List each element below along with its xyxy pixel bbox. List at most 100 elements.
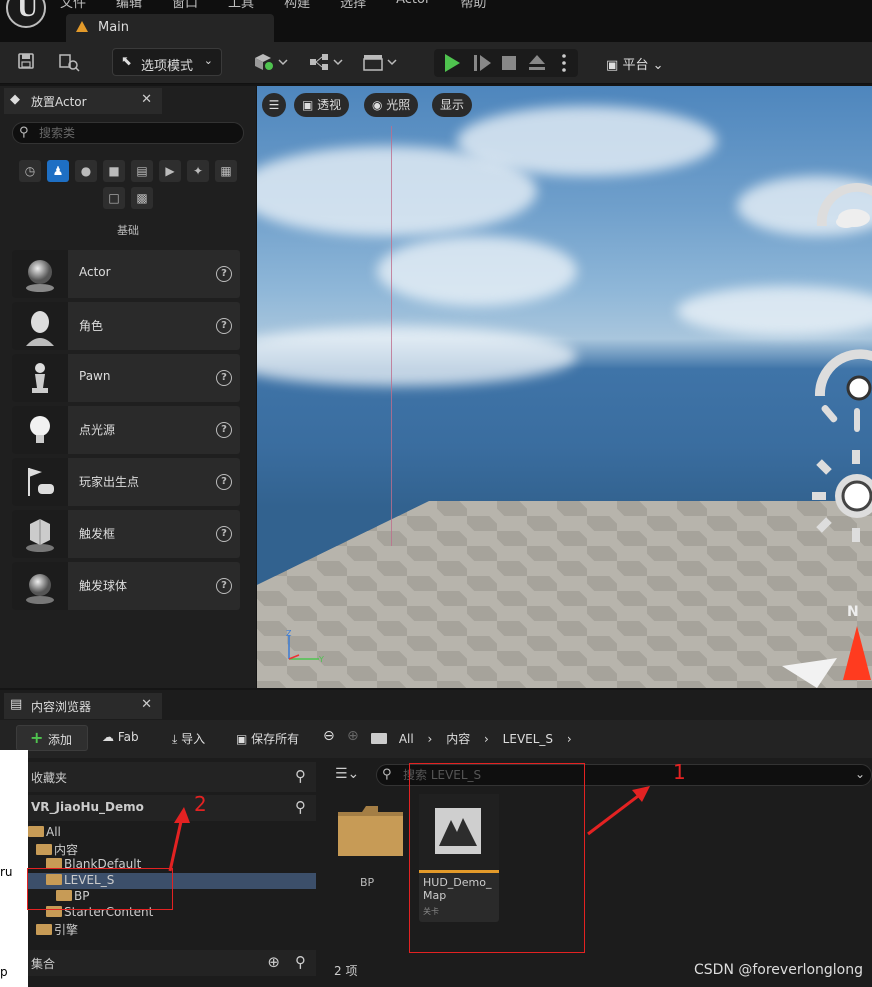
shapes-category-icon[interactable]: ■ [103, 160, 125, 182]
player-start-gizmo-icon: N [782, 604, 871, 688]
visual-effects-category-icon[interactable]: ▶ [159, 160, 181, 182]
menu-tools[interactable]: 工具 [228, 0, 254, 11]
actor-item-character[interactable]: 角色 ? [12, 302, 240, 350]
search-classes-field[interactable]: ⚲ [12, 122, 244, 144]
breadcrumb-content[interactable]: 内容 [446, 732, 470, 746]
actor-item-player-start[interactable]: 玩家出生点 ? [12, 458, 240, 506]
search-classes-input[interactable] [39, 125, 229, 141]
asset-name[interactable]: BP [360, 876, 374, 889]
folder-icon [36, 844, 52, 855]
breadcrumb-separator-icon: › [427, 732, 433, 746]
platform-dropdown[interactable]: ▣ 平台 ⌄ [606, 54, 664, 73]
menu-select[interactable]: 选择 [340, 0, 366, 11]
search-icon[interactable]: ⚲ [295, 767, 306, 785]
menu-window[interactable]: 窗口 [172, 0, 198, 11]
viewport-menu-icon[interactable]: ☰ [262, 93, 286, 117]
help-icon[interactable]: ? [216, 318, 232, 334]
all-classes-category-icon[interactable]: ▦ [215, 160, 237, 182]
help-icon[interactable]: ? [216, 422, 232, 438]
step-icon[interactable] [474, 55, 491, 71]
forward-icon[interactable]: ⊕ [347, 728, 359, 744]
recent-icon[interactable]: ◷ [19, 160, 41, 182]
section-label: 基础 [117, 224, 139, 237]
tree-item-content[interactable]: 内容 [36, 841, 78, 857]
help-icon[interactable]: ? [216, 526, 232, 542]
platform-label: 平台 [622, 58, 649, 73]
plus-icon: + [30, 728, 44, 747]
item-count: 2 项 [334, 964, 358, 978]
more-options-icon[interactable] [562, 54, 566, 72]
volumes-category-icon[interactable]: ✦ [187, 160, 209, 182]
collections-header[interactable]: 集合 ⊕ ⚲ [28, 950, 316, 976]
menu-file[interactable]: 文件 [60, 0, 86, 11]
selection-mode-dropdown[interactable]: ⬉ 选项模式 ⌄ [112, 48, 222, 76]
pawn-icon [32, 363, 48, 393]
stop-icon[interactable] [502, 56, 516, 70]
actor-item-trigger-box[interactable]: 触发框 ? [12, 510, 240, 558]
add-button[interactable]: + 添加 [16, 725, 88, 751]
blueprint-dropdown-icon[interactable] [308, 52, 348, 72]
import-button[interactable]: ⤓ 导入 [172, 730, 205, 747]
actor-item-label: 玩家出生点 [79, 475, 140, 489]
basic-category-icon[interactable]: ♟ [47, 160, 69, 182]
save-all-button[interactable]: ▣ 保存所有 [236, 730, 299, 747]
actor-item-actor[interactable]: Actor ? [12, 250, 240, 298]
help-icon[interactable]: ? [216, 266, 232, 282]
svg-text:Z: Z [286, 629, 292, 638]
actor-item-label: Actor [79, 265, 111, 279]
level-tab[interactable]: Main [66, 14, 274, 42]
close-icon[interactable]: ✕ [141, 697, 152, 712]
overlap-text: p [0, 965, 8, 979]
lights-category-icon[interactable]: ● [75, 160, 97, 182]
play-icon[interactable] [445, 54, 460, 72]
actor-item-trigger-sphere[interactable]: 触发球体 ? [12, 562, 240, 610]
breadcrumb-all[interactable]: All [399, 732, 414, 746]
mesh-category-icon[interactable]: ▩ [131, 187, 153, 209]
close-icon[interactable]: ✕ [141, 92, 152, 107]
show-button[interactable]: 显示 [432, 93, 473, 117]
annotation-box [409, 763, 585, 953]
folder-icon [36, 924, 52, 935]
place-actors-tab[interactable]: ◆ 放置Actor ✕ [4, 88, 162, 114]
menu-edit[interactable]: 编辑 [116, 0, 142, 11]
actor-sphere-icon [26, 260, 54, 292]
filter-dropdown-icon[interactable]: ☰⌄ [335, 766, 359, 782]
help-icon[interactable]: ? [216, 370, 232, 386]
content-browser-tab[interactable]: ▤ 内容浏览器 ✕ [4, 693, 162, 719]
cloud [377, 236, 577, 306]
tree-item-all[interactable]: All [28, 825, 61, 841]
help-icon[interactable]: ? [216, 578, 232, 594]
chevron-down-icon[interactable]: ⌄ [855, 767, 865, 781]
tree-item-engine[interactable]: 引擎 [36, 921, 78, 937]
actor-item-point-light[interactable]: 点光源 ? [12, 406, 240, 454]
fab-button[interactable]: ☁ Fab [102, 730, 139, 744]
folder-icon[interactable] [338, 806, 403, 856]
annotation-number: 1 [673, 760, 686, 784]
add-collection-icon[interactable]: ⊕ [267, 953, 280, 971]
search-icon[interactable]: ⚲ [295, 798, 306, 816]
save-icon[interactable] [16, 52, 36, 72]
cloud [677, 286, 872, 336]
add-actor-dropdown-icon[interactable] [252, 52, 292, 72]
favorites-header[interactable]: 收藏夹 ⚲ [28, 762, 316, 792]
cursor-icon: ⬉ [121, 54, 132, 69]
breadcrumb-level-s[interactable]: LEVEL_S [503, 732, 553, 746]
level-tab-label: Main [98, 20, 130, 35]
menu-actor[interactable]: Actor [396, 0, 430, 11]
menu-build[interactable]: 构建 [284, 0, 310, 11]
folder-icon [371, 733, 387, 744]
search-icon[interactable]: ⚲ [295, 953, 306, 971]
browse-content-icon[interactable] [58, 52, 80, 72]
player-start-icon [28, 468, 54, 496]
menu-help[interactable]: 帮助 [460, 0, 486, 11]
eject-icon[interactable] [529, 55, 545, 70]
geometry-category-icon[interactable]: □ [103, 187, 125, 209]
cinematics-dropdown-icon[interactable] [362, 52, 402, 72]
perspective-button[interactable]: ▣ 透视 [294, 93, 350, 117]
back-icon[interactable]: ⊖ [323, 728, 335, 744]
lit-button[interactable]: ◉ 光照 [364, 93, 419, 117]
level-viewport[interactable]: ☰ ▣ 透视 ◉ 光照 显示 N Z Y [257, 86, 872, 688]
help-icon[interactable]: ? [216, 474, 232, 490]
cinematic-category-icon[interactable]: ▤ [131, 160, 153, 182]
actor-item-pawn[interactable]: Pawn ? [12, 354, 240, 402]
